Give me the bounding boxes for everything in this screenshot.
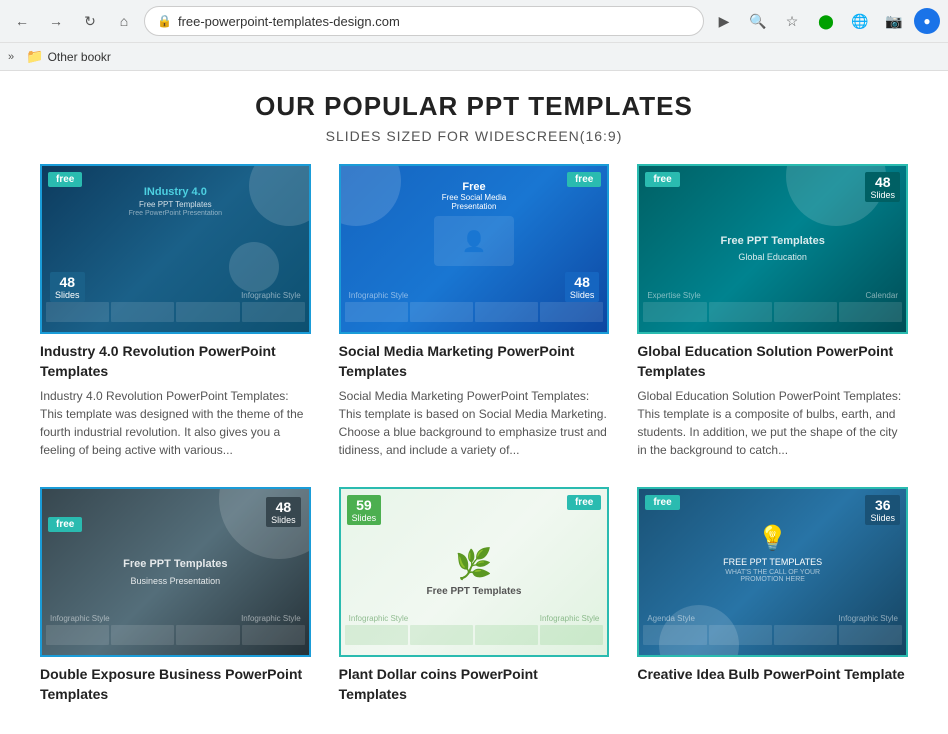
template-info-1: Industry 4.0 Revolution PowerPoint Templ… (40, 334, 311, 463)
mini-slides-5 (341, 625, 608, 645)
free-badge-1: free (48, 172, 82, 187)
slides-badge-3: 48 Slides (865, 172, 900, 202)
slides-badge-5: 59 Slides (347, 495, 382, 525)
page-header: OUR POPULAR PPT TEMPLATES SLIDES SIZED F… (40, 91, 908, 144)
slides-label-4: Slides (271, 515, 296, 525)
bookmarks-bar: » 📁 Other bookr (0, 42, 948, 70)
industry-subtitle: Free PPT Templates (110, 200, 240, 209)
template-card-creative[interactable]: free 36 Slides 💡 FREE PPT TEMPLATES WHAT… (637, 487, 908, 714)
template-name-1: Industry 4.0 Revolution PowerPoint Templ… (40, 342, 311, 381)
browser-actions: ▶ 🔍 ☆ ⬤ 🌐 📷 ● (710, 7, 940, 35)
template-info-2: Social Media Marketing PowerPoint Templa… (339, 334, 610, 463)
template-card-double[interactable]: 48 Slides free Free PPT Templates Busine… (40, 487, 311, 714)
template-name-4: Double Exposure Business PowerPoint Temp… (40, 665, 311, 704)
refresh-button[interactable]: ↻ (76, 7, 104, 35)
mini-slides-4 (42, 625, 309, 645)
template-card-plant[interactable]: 59 Slides free 🌿 Free PPT Templates (339, 487, 610, 714)
image-button[interactable]: 📷 (880, 7, 908, 35)
slides-count-3: 48 (870, 174, 895, 190)
creative-center: 💡 FREE PPT TEMPLATES WHAT'S THE CALL OF … (706, 524, 839, 583)
template-thumb-6: free 36 Slides 💡 FREE PPT TEMPLATES WHAT… (637, 487, 908, 657)
search-button[interactable]: 🔍 (744, 7, 772, 35)
home-button[interactable]: ⌂ (110, 7, 138, 35)
bookmark-label: Other bookr (48, 50, 111, 64)
template-info-6: Creative Idea Bulb PowerPoint Template (637, 657, 908, 695)
thumb-inner-5: 59 Slides free 🌿 Free PPT Templates (341, 489, 608, 655)
thumb-inner-2: free Free Free Social Media Presentation… (341, 166, 608, 332)
globe-button[interactable]: 🌐 (846, 7, 874, 35)
thumb-inner-4: 48 Slides free Free PPT Templates Busine… (42, 489, 309, 655)
template-card-education[interactable]: free 48 Slides Free PPT Templates Global… (637, 164, 908, 463)
template-info-3: Global Education Solution PowerPoint Tem… (637, 334, 908, 463)
folder-icon: 📁 (26, 48, 43, 65)
template-desc-3: Global Education Solution PowerPoint Tem… (637, 387, 908, 459)
template-thumb-2: free Free Free Social Media Presentation… (339, 164, 610, 334)
free-badge-2: free (567, 172, 601, 187)
bookmarks-arrow[interactable]: » (8, 51, 14, 63)
thumb-inner-1: free INdustry 4.0 Free PPT Templates Fre… (42, 166, 309, 332)
template-name-5: Plant Dollar coins PowerPoint Templates (339, 665, 610, 704)
slides-count-2: 48 (570, 274, 595, 290)
slides-badge-6: 36 Slides (865, 495, 900, 525)
download-button[interactable]: ⬤ (812, 7, 840, 35)
free-badge-6: free (645, 495, 679, 510)
template-thumb-1: free INdustry 4.0 Free PPT Templates Fre… (40, 164, 311, 334)
slides-label-5: Slides (352, 513, 377, 523)
mini-slides-6 (639, 625, 906, 645)
url-text: free-powerpoint-templates-design.com (178, 14, 691, 29)
slides-count-6: 36 (870, 497, 895, 513)
slides-label-2: Slides (570, 290, 595, 300)
mini-slides-2 (341, 302, 608, 322)
slides-badge-4: 48 Slides (266, 497, 301, 527)
lock-icon: 🔒 (157, 14, 172, 28)
free-badge-3: free (645, 172, 679, 187)
template-card-industry[interactable]: free INdustry 4.0 Free PPT Templates Fre… (40, 164, 311, 463)
template-thumb-3: free 48 Slides Free PPT Templates Global… (637, 164, 908, 334)
cast-button[interactable]: ▶ (710, 7, 738, 35)
mini-slides-1 (42, 302, 309, 322)
template-card-social[interactable]: free Free Free Social Media Presentation… (339, 164, 610, 463)
address-bar[interactable]: 🔒 free-powerpoint-templates-design.com (144, 6, 704, 36)
template-name-6: Creative Idea Bulb PowerPoint Template (637, 665, 908, 685)
edu-center-text: Free PPT Templates Global Education (713, 234, 833, 264)
template-desc-2: Social Media Marketing PowerPoint Templa… (339, 387, 610, 459)
template-info-4: Double Exposure Business PowerPoint Temp… (40, 657, 311, 714)
template-name-3: Global Education Solution PowerPoint Tem… (637, 342, 908, 381)
slides-badge-2: 48 Slides (565, 272, 600, 302)
template-info-5: Plant Dollar coins PowerPoint Templates (339, 657, 610, 714)
browser-chrome: ← → ↻ ⌂ 🔒 free-powerpoint-templates-desi… (0, 0, 948, 71)
slides-count-4: 48 (271, 499, 296, 515)
template-desc-1: Industry 4.0 Revolution PowerPoint Templ… (40, 387, 311, 459)
plant-center: 🌿 Free PPT Templates (427, 547, 522, 597)
forward-button[interactable]: → (42, 7, 70, 35)
template-thumb-4: 48 Slides free Free PPT Templates Busine… (40, 487, 311, 657)
profile-avatar[interactable]: ● (914, 8, 940, 34)
double-center-text: Free PPT Templates Business Presentation (115, 557, 235, 587)
slides-label-3: Slides (870, 190, 895, 200)
free-badge-4: free (48, 517, 82, 532)
mini-slides-3 (639, 302, 906, 322)
thumb-inner-6: free 36 Slides 💡 FREE PPT TEMPLATES WHAT… (639, 489, 906, 655)
slides-count-5: 59 (352, 497, 377, 513)
browser-toolbar: ← → ↻ ⌂ 🔒 free-powerpoint-templates-desi… (0, 0, 948, 42)
slides-count-1: 48 (55, 274, 80, 290)
social-center-text: Free Free Social Media Presentation (419, 181, 529, 211)
templates-grid: free INdustry 4.0 Free PPT Templates Fre… (40, 164, 908, 714)
page-content: OUR POPULAR PPT TEMPLATES SLIDES SIZED F… (0, 71, 948, 734)
bookmark-folder-other[interactable]: 📁 Other bookr (20, 46, 117, 67)
slides-label-1: Slides (55, 290, 80, 300)
slides-label-6: Slides (870, 513, 895, 523)
back-button[interactable]: ← (8, 7, 36, 35)
template-name-2: Social Media Marketing PowerPoint Templa… (339, 342, 610, 381)
slides-badge-1: 48 Slides (50, 272, 85, 302)
page-title: OUR POPULAR PPT TEMPLATES (40, 91, 908, 122)
bookmark-button[interactable]: ☆ (778, 7, 806, 35)
thumb-inner-3: free 48 Slides Free PPT Templates Global… (639, 166, 906, 332)
industry-title: INdustry 4.0 (110, 186, 240, 198)
template-thumb-5: 59 Slides free 🌿 Free PPT Templates (339, 487, 610, 657)
free-badge-5: free (567, 495, 601, 510)
page-subtitle: SLIDES SIZED FOR WIDESCREEN(16:9) (40, 128, 908, 144)
